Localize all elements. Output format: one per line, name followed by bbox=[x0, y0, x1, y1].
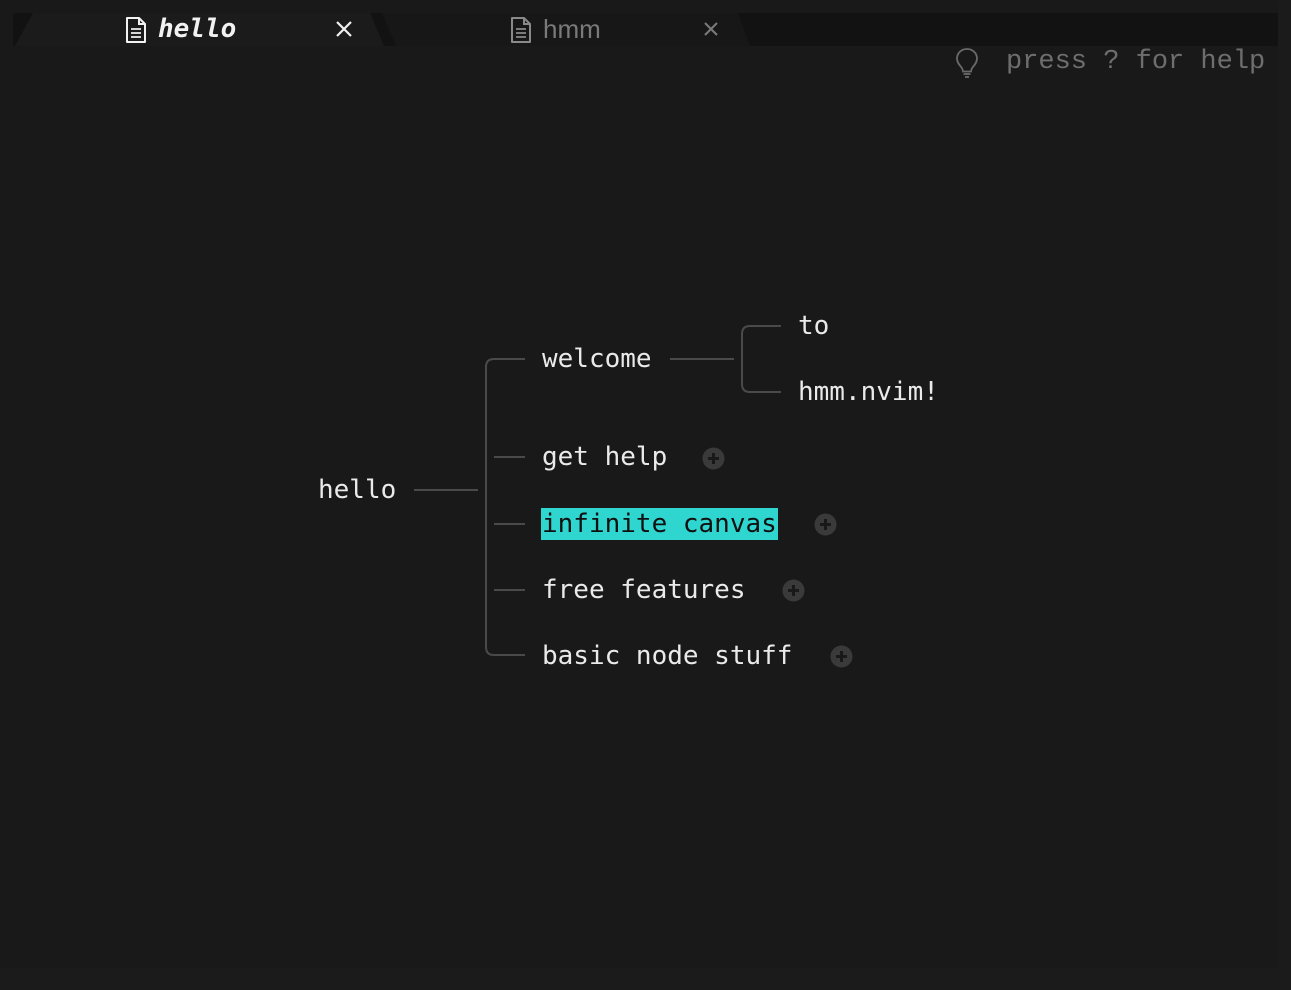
expand-icon[interactable] bbox=[702, 447, 725, 470]
node-free-features[interactable]: free features bbox=[542, 574, 746, 606]
root-node[interactable]: hello bbox=[318, 474, 396, 506]
node-get-help[interactable]: get help bbox=[542, 441, 667, 473]
file-icon bbox=[511, 17, 531, 43]
tab-hmm[interactable]: hmm bbox=[382, 13, 750, 46]
expand-icon[interactable] bbox=[814, 513, 837, 536]
editor-window: hello hmm press ? for help hello welcome… bbox=[0, 0, 1278, 968]
node-infinite-canvas[interactable]: infinite canvas bbox=[541, 508, 778, 540]
tab-label: hello bbox=[158, 14, 237, 44]
node-basic-node-stuff[interactable]: basic node stuff bbox=[542, 640, 792, 672]
file-icon bbox=[126, 17, 146, 43]
mindmap-edges bbox=[414, 325, 781, 656]
tab-bar: hello hmm bbox=[13, 13, 1278, 46]
edge-trunk bbox=[485, 358, 525, 656]
expand-icon[interactable] bbox=[830, 645, 853, 668]
mindmap-canvas[interactable]: hello welcome to hmm.nvim! get help infi… bbox=[0, 46, 1278, 968]
node-welcome[interactable]: welcome bbox=[542, 343, 652, 375]
node-to[interactable]: to bbox=[798, 310, 829, 342]
close-icon[interactable] bbox=[702, 20, 720, 38]
edge-welcome-children bbox=[741, 325, 781, 393]
tab-hello[interactable]: hello bbox=[15, 13, 384, 46]
expand-icon[interactable] bbox=[782, 579, 805, 602]
close-icon[interactable] bbox=[335, 20, 353, 38]
node-hmm-nvim[interactable]: hmm.nvim! bbox=[798, 376, 939, 408]
tab-label: hmm bbox=[543, 14, 601, 44]
